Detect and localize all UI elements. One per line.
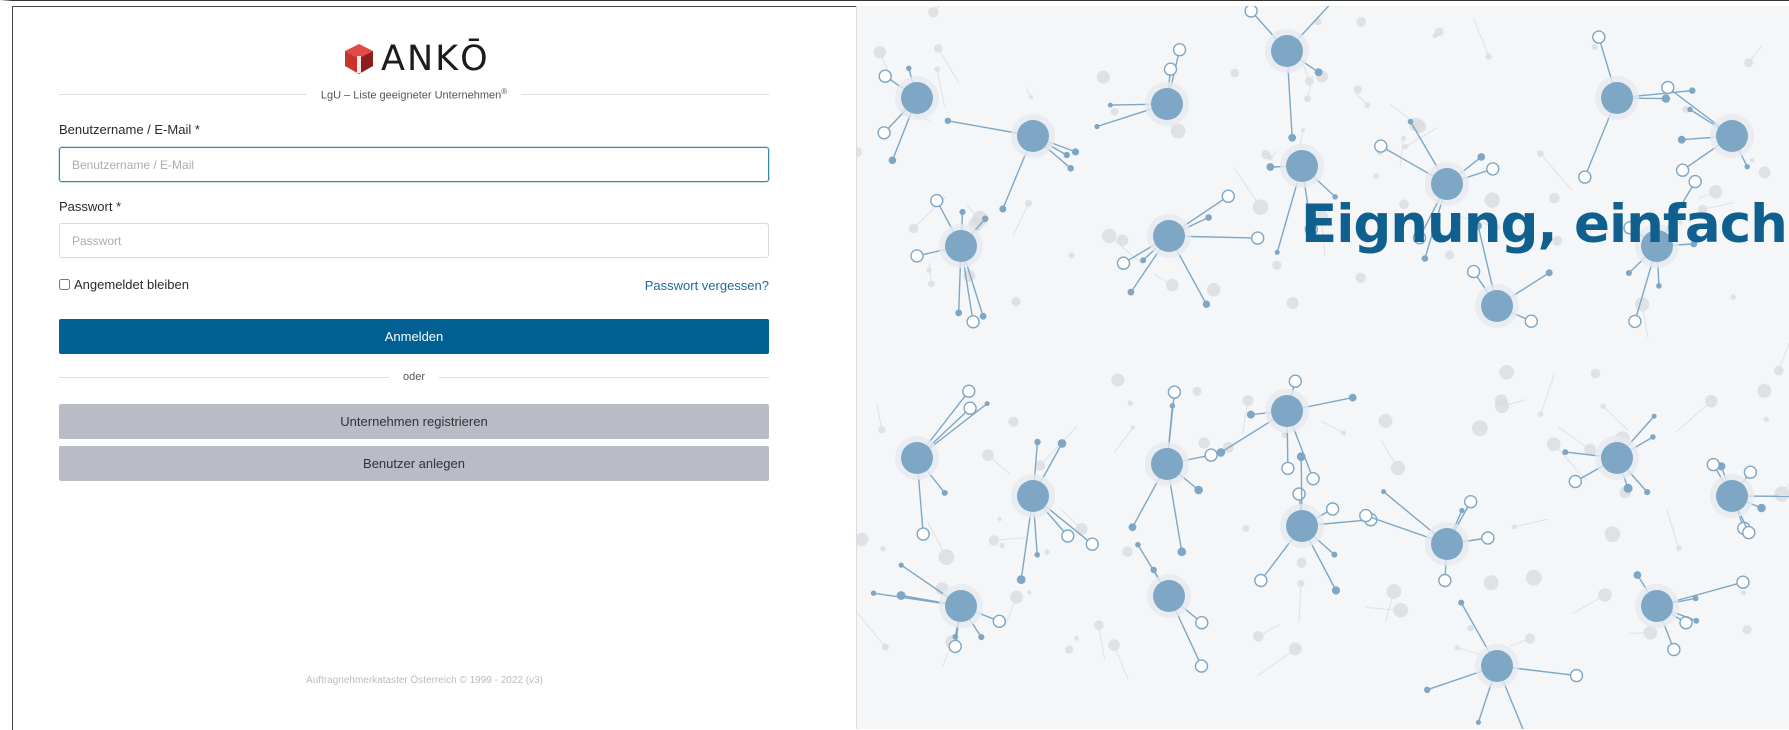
username-input[interactable]: [59, 147, 769, 182]
network-graph-icon: [857, 6, 1789, 729]
create-user-button[interactable]: Benutzer anlegen: [59, 446, 769, 481]
registered-mark: ®: [501, 87, 507, 96]
hero-tagline: Eignung, einfach!: [1301, 194, 1789, 255]
login-panel: ANKŌ LgU – Liste geeigneter Unternehmen®…: [12, 6, 858, 730]
divider-line: [59, 94, 307, 95]
remember-label: Angemeldet bleiben: [74, 277, 189, 292]
footer-copyright: Auftragnehmerkataster Österreich © 1999 …: [13, 675, 836, 686]
remember-me[interactable]: Angemeldet bleiben: [59, 277, 189, 292]
app-subtitle-text: LgU – Liste geeigneter Unternehmen: [321, 89, 501, 101]
hero-panel: Eignung, einfach!: [856, 6, 1789, 729]
divider-line: [439, 377, 769, 378]
remember-checkbox[interactable]: [59, 279, 70, 290]
divider-line: [59, 377, 389, 378]
or-divider: oder: [59, 369, 769, 385]
or-separator: oder: [389, 371, 439, 383]
logo-text: ANKŌ: [381, 39, 490, 79]
subtitle-divider: LgU – Liste geeigneter Unternehmen®: [59, 86, 769, 102]
forgot-password-link[interactable]: Passwort vergessen?: [645, 278, 769, 293]
register-company-button[interactable]: Unternehmen registrieren: [59, 404, 769, 439]
divider-line: [521, 94, 769, 95]
password-input[interactable]: [59, 223, 769, 258]
app-subtitle: LgU – Liste geeigneter Unternehmen®: [307, 87, 521, 102]
username-label: Benutzername / E-Mail *: [59, 122, 200, 137]
login-button[interactable]: Anmelden: [59, 319, 769, 354]
cube-logo-icon: [343, 42, 375, 76]
brand-logo[interactable]: ANKŌ: [343, 37, 490, 81]
password-label: Passwort *: [59, 199, 121, 214]
